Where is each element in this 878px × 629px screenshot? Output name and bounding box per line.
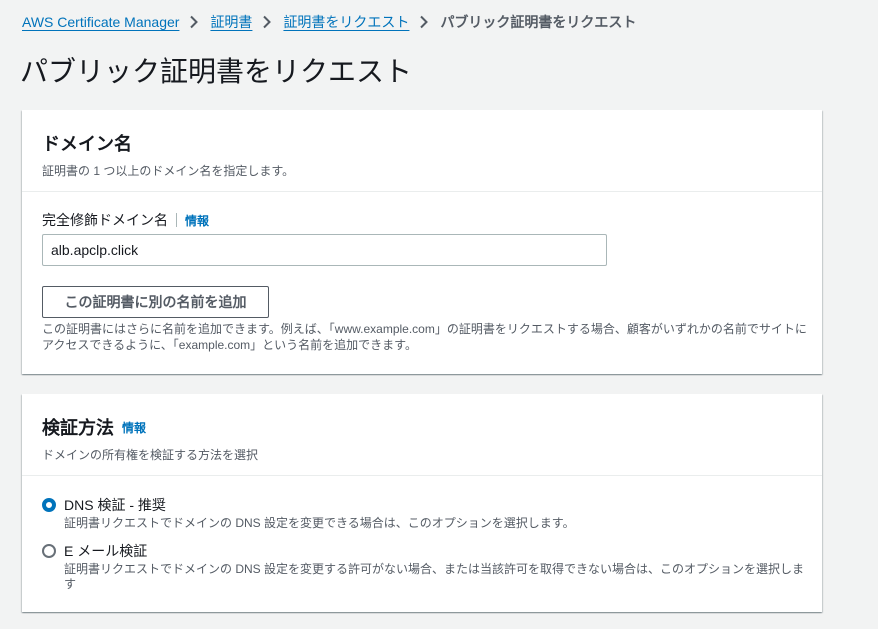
page: AWS Certificate Manager 証明書 証明書をリクエスト パブ… bbox=[0, 0, 878, 629]
domain-name-panel-description: 証明書の 1 つ以上のドメイン名を指定します。 bbox=[42, 164, 295, 178]
radio-selected-icon[interactable] bbox=[42, 498, 56, 512]
domain-name-panel-title: ドメイン名 bbox=[42, 134, 132, 154]
chevron-right-icon bbox=[417, 15, 431, 29]
radio-option-email-text: E メール検証 証明書リクエストでドメインの DNS 設定を変更する許可がない場… bbox=[64, 542, 804, 592]
radio-unselected-icon[interactable] bbox=[42, 544, 56, 558]
breadcrumb-current: パブリック証明書をリクエスト bbox=[440, 14, 637, 30]
label-divider bbox=[176, 213, 177, 227]
radio-option-email-label: E メール検証 bbox=[64, 543, 148, 559]
domain-name-panel-header: ドメイン名 証明書の 1 つ以上のドメイン名を指定します。 bbox=[22, 110, 822, 192]
add-name-help-text: この証明書にはさらに名前を追加できます。例えば、「www.example.com… bbox=[42, 322, 807, 352]
radio-option-dns-text: DNS 検証 - 推奨 証明書リクエストでドメインの DNS 設定を変更できる場… bbox=[64, 496, 804, 531]
fqdn-label-row: 完全修飾ドメイン名 情報 bbox=[42, 210, 209, 230]
radio-option-email-description: 証明書リクエストでドメインの DNS 設定を変更する許可がない場合、または当該許… bbox=[64, 562, 805, 591]
breadcrumb: AWS Certificate Manager 証明書 証明書をリクエスト パブ… bbox=[22, 12, 636, 32]
validation-info-link[interactable]: 情報 bbox=[122, 419, 146, 436]
radio-option-dns[interactable]: DNS 検証 - 推奨 証明書リクエストでドメインの DNS 設定を変更できる場… bbox=[42, 496, 804, 531]
radio-option-dns-label: DNS 検証 - 推奨 bbox=[64, 497, 166, 513]
validation-method-panel-header: 検証方法 情報 ドメインの所有権を検証する方法を選択 bbox=[22, 394, 822, 476]
breadcrumb-link-certificates[interactable]: 証明書 bbox=[210, 12, 252, 32]
breadcrumb-link-request-certificate[interactable]: 証明書をリクエスト bbox=[283, 12, 409, 32]
page-title: パブリック証明書をリクエスト bbox=[20, 56, 413, 87]
validation-method-panel: 検証方法 情報 ドメインの所有権を検証する方法を選択 DNS 検証 - 推奨 証… bbox=[22, 394, 822, 612]
chevron-right-icon bbox=[187, 15, 201, 29]
fqdn-input[interactable] bbox=[42, 234, 607, 266]
validation-method-panel-description: ドメインの所有権を検証する方法を選択 bbox=[42, 448, 259, 462]
add-another-name-button[interactable]: この証明書に別の名前を追加 bbox=[42, 286, 269, 318]
chevron-right-icon bbox=[260, 15, 274, 29]
radio-option-email[interactable]: E メール検証 証明書リクエストでドメインの DNS 設定を変更する許可がない場… bbox=[42, 542, 804, 592]
radio-option-dns-description: 証明書リクエストでドメインの DNS 設定を変更できる場合は、このオプションを選… bbox=[64, 516, 575, 530]
validation-method-panel-title: 検証方法 bbox=[42, 418, 114, 438]
breadcrumb-link-acm[interactable]: AWS Certificate Manager bbox=[22, 14, 179, 30]
validation-method-panel-title-row: 検証方法 情報 bbox=[42, 414, 802, 440]
domain-name-panel: ドメイン名 証明書の 1 つ以上のドメイン名を指定します。 完全修飾ドメイン名 … bbox=[22, 110, 822, 374]
fqdn-info-link[interactable]: 情報 bbox=[185, 212, 209, 229]
fqdn-label: 完全修飾ドメイン名 bbox=[42, 212, 168, 228]
